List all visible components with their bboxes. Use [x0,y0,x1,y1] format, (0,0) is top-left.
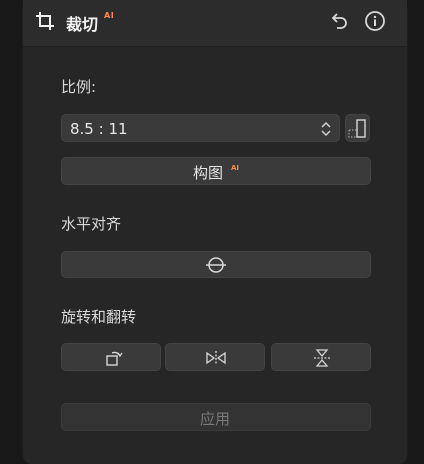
info-icon[interactable] [364,10,386,32]
apply-button[interactable]: 应用 [61,403,371,431]
compose-button[interactable]: 构图 AI [61,157,371,185]
flip-horizontal-button[interactable] [165,343,265,371]
leveling-label: 水平对齐 [61,215,122,233]
flip-vertical-icon [314,349,330,367]
ratio-select[interactable]: 8.5 : 11 [61,114,340,142]
panel-header: 裁切 AI [23,0,407,47]
compose-label: 构图 [193,164,224,182]
panel-title: 裁切 [66,15,99,34]
chevron-updown-icon [320,121,332,137]
crop-panel: 裁切 AI 比例: 8.5 : 11 构图 AI 水平对齐 旋转和翻转 应用 [23,0,407,464]
rotate-icon [106,351,123,366]
compose-ai-badge: AI [231,164,240,172]
apply-label: 应用 [200,410,231,428]
ratio-label: 比例: [61,78,97,96]
flip-vertical-button[interactable] [271,343,371,371]
ratio-value: 8.5 : 11 [70,120,128,138]
orientation-icon [348,119,366,138]
rotate-flip-label: 旋转和翻转 [61,308,137,326]
flip-horizontal-icon [206,351,226,365]
swap-orientation-button[interactable] [345,114,370,142]
crop-icon [34,10,56,32]
ai-badge: AI [104,11,115,20]
undo-icon[interactable] [328,10,350,32]
auto-level-button[interactable] [61,251,371,278]
level-icon [206,257,226,273]
rotate-button[interactable] [61,343,161,371]
